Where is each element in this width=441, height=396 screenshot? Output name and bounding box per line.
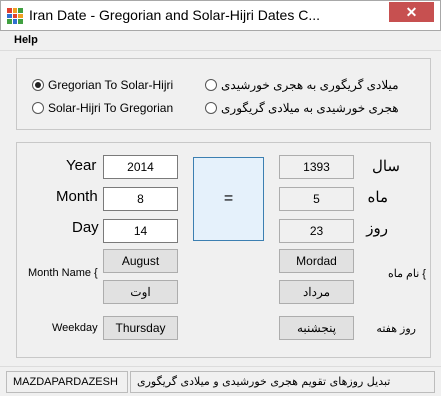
app-icon-cell [18, 8, 23, 13]
radio-button[interactable] [205, 102, 217, 114]
solar-month-name-fa: مرداد [279, 280, 354, 304]
title-bar: Iran Date - Gregorian and Solar-Hijri Da… [0, 0, 441, 31]
gregorian-month-name-en: August [103, 249, 178, 273]
month-name-label: Month Name { [28, 267, 98, 279]
day-label: Day [72, 219, 99, 236]
radio-button[interactable] [32, 102, 44, 114]
year-label: Year [66, 157, 97, 174]
app-icon-cell [7, 8, 12, 13]
status-company: MAZDAPARDAZESH [6, 371, 128, 393]
radio-gregorian-to-solar-fa[interactable]: میلادی گریگوری به هجری خورشیدی [205, 78, 399, 92]
solar-year-output: 1393 [279, 155, 354, 179]
gregorian-year-input[interactable]: 2014 [103, 155, 178, 179]
solar-month-name-label: } نام ماه [387, 268, 426, 280]
radio-solar-to-gregorian[interactable]: Solar-Hijri To Gregorian [32, 101, 173, 115]
solar-weekday: پنجشنبه [279, 316, 354, 340]
app-icon [7, 8, 23, 24]
convert-button[interactable]: = [193, 157, 264, 241]
app-icon-cell [18, 13, 23, 19]
close-button[interactable]: ✕ [389, 2, 434, 22]
radio-label: هجری خورشیدی به میلادی گریگوری [221, 101, 399, 115]
radio-label: Solar-Hijri To Gregorian [48, 101, 174, 115]
app-icon-cell [7, 13, 12, 19]
radio-label: میلادی گریگوری به هجری خورشیدی [221, 78, 399, 92]
app-icon-cell [18, 19, 23, 24]
gregorian-weekday: Thursday [103, 316, 178, 340]
conversion-direction-group [16, 58, 431, 130]
solar-day-output: 23 [279, 219, 354, 243]
app-icon-cell [12, 8, 18, 13]
gregorian-month-name-fa: اوت [103, 280, 178, 304]
radio-button-selected[interactable] [32, 79, 44, 91]
solar-year-label: سال [371, 158, 400, 175]
solar-month-label: ماه [367, 189, 388, 206]
window-title: Iran Date - Gregorian and Solar-Hijri Da… [29, 7, 320, 23]
radio-solar-to-gregorian-fa[interactable]: هجری خورشیدی به میلادی گریگوری [205, 101, 399, 115]
app-icon-cell [12, 19, 18, 24]
month-label: Month [56, 188, 98, 205]
solar-day-label: روز [366, 220, 388, 237]
radio-button[interactable] [205, 79, 217, 91]
radio-label: Gregorian To Solar-Hijri [48, 78, 174, 92]
menu-help[interactable]: Help [14, 34, 38, 46]
app-icon-cell [7, 19, 12, 24]
menu-bar: Help [0, 31, 441, 51]
solar-month-name-en: Mordad [279, 249, 354, 273]
gregorian-day-input[interactable]: 14 [103, 219, 178, 243]
solar-month-output: 5 [279, 187, 354, 211]
gregorian-month-input[interactable]: 8 [103, 187, 178, 211]
solar-weekday-label: روز هفته [376, 323, 416, 335]
status-bar: MAZDAPARDAZESH تبدیل روزهای تقویم هجری خ… [0, 366, 441, 396]
app-icon-cell [12, 13, 18, 19]
weekday-label: Weekday [52, 322, 98, 334]
radio-gregorian-to-solar[interactable]: Gregorian To Solar-Hijri [32, 78, 173, 92]
status-description: تبدیل روزهای تقویم هجری خورشیدی و میلادی… [130, 371, 435, 393]
